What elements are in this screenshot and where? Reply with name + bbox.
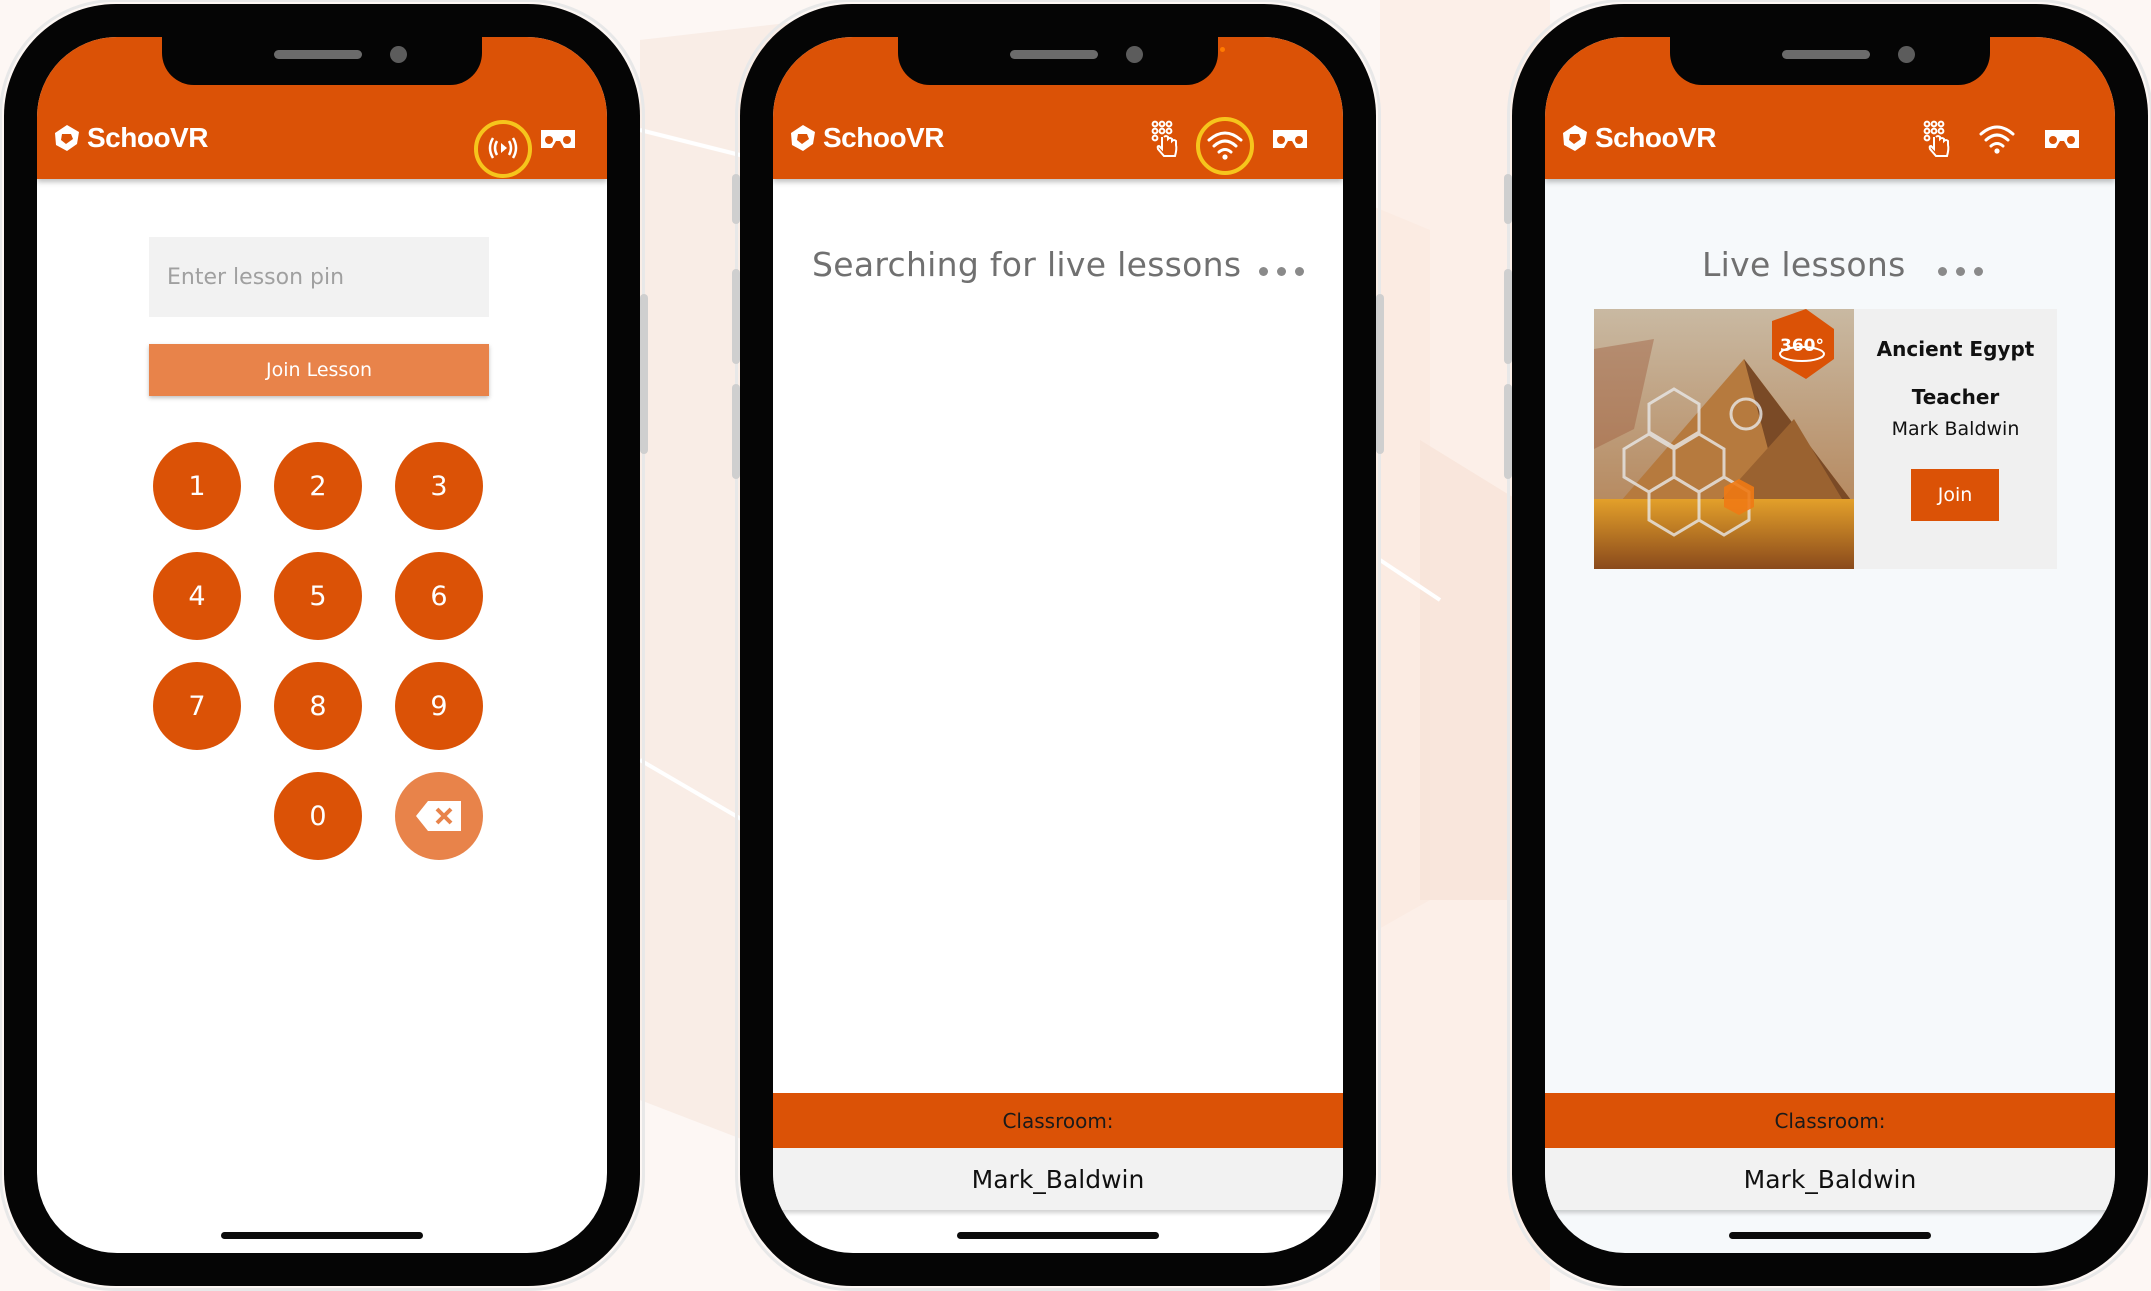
key-2[interactable]: 2 [274, 442, 362, 530]
lesson-pin-input[interactable] [149, 237, 489, 317]
key-8[interactable]: 8 [274, 662, 362, 750]
loading-dots [1938, 267, 1983, 276]
schoovr-logo: SchooVR [787, 120, 944, 156]
home-indicator [1729, 1232, 1931, 1239]
teacher-name: Mark Baldwin [1891, 418, 2020, 440]
phone-screen: SchooVR Searching for live lessons Class… [773, 37, 1343, 1253]
status-dot [1220, 47, 1225, 52]
searching-status: Searching for live lessons [812, 245, 1242, 284]
classroom-label: Classroom: [1545, 1093, 2115, 1148]
backspace-icon [416, 801, 461, 831]
join-button[interactable]: Join [1911, 469, 1999, 521]
teacher-label: Teacher [1911, 385, 2000, 409]
phone-screen: SchooVR Live lessons 360° Ancient Egypt … [1545, 37, 2115, 1253]
broadcast-icon[interactable] [479, 126, 527, 170]
delete-key[interactable] [395, 772, 483, 860]
notch [898, 37, 1218, 85]
classroom-name: Mark_Baldwin [1545, 1148, 2115, 1210]
home-indicator [957, 1232, 1159, 1239]
key-0[interactable]: 0 [274, 772, 362, 860]
key-4[interactable]: 4 [153, 552, 241, 640]
vr-headset-icon[interactable] [2040, 117, 2084, 161]
vr-headset-icon[interactable] [536, 117, 580, 161]
phone-pin-entry: SchooVR Join Lesson 1 2 3 4 5 6 [0, 0, 648, 1291]
lesson-title: Ancient Egypt [1876, 337, 2035, 361]
classroom-name: Mark_Baldwin [773, 1148, 1343, 1210]
join-lesson-button[interactable]: Join Lesson [149, 344, 489, 396]
key-9[interactable]: 9 [395, 662, 483, 750]
notch [1670, 37, 1990, 85]
loading-dots [1259, 267, 1304, 276]
key-5[interactable]: 5 [274, 552, 362, 640]
lesson-thumbnail: 360° [1594, 309, 1854, 569]
touch-keypad-icon[interactable] [1917, 117, 1957, 161]
phone-live-lessons: SchooVR Live lessons 360° Ancient Egypt … [1504, 0, 2151, 1291]
key-7[interactable]: 7 [153, 662, 241, 750]
live-lessons-title: Live lessons [1702, 245, 1906, 284]
schoovr-logo: SchooVR [1559, 120, 1716, 156]
key-6[interactable]: 6 [395, 552, 483, 640]
phone-screen: SchooVR Join Lesson 1 2 3 4 5 6 [37, 37, 607, 1253]
key-3[interactable]: 3 [395, 442, 483, 530]
vr-headset-icon[interactable] [1268, 117, 1312, 161]
phone-searching: SchooVR Searching for live lessons Class… [732, 0, 1384, 1291]
wifi-icon[interactable] [1201, 123, 1249, 167]
notch [162, 37, 482, 85]
classroom-label: Classroom: [773, 1093, 1343, 1148]
touch-keypad-icon[interactable] [1145, 117, 1185, 161]
schoovr-logo: SchooVR [51, 120, 208, 156]
key-1[interactable]: 1 [153, 442, 241, 530]
lesson-card[interactable]: 360° Ancient Egypt Teacher Mark Baldwin … [1594, 309, 2057, 569]
home-indicator [221, 1232, 423, 1239]
wifi-icon[interactable] [1973, 117, 2021, 161]
